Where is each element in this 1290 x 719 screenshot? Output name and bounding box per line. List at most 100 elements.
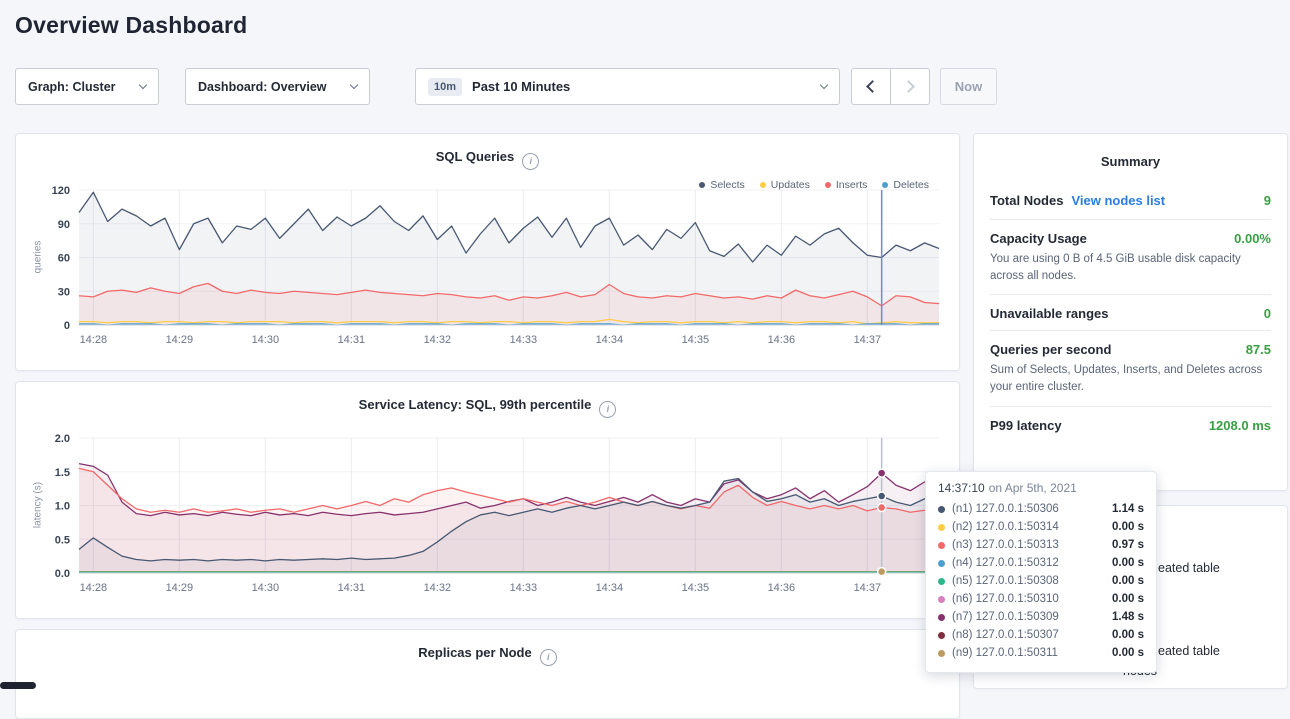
svg-text:14:37: 14:37 [854,582,882,594]
svg-text:120: 120 [52,185,70,197]
page-title: Overview Dashboard [15,12,247,39]
tooltip-node-row: (n8) 127.0.0.1:503070.00 s [938,626,1144,644]
svg-text:14:31: 14:31 [338,582,366,594]
tooltip-node-row: (n5) 127.0.0.1:503080.00 s [938,572,1144,590]
capacity-usage-subtext: You are using 0 B of 4.5 GiB usable disk… [990,251,1271,284]
svg-text:30: 30 [58,286,70,298]
range-badge: 10m [428,78,462,96]
tooltip-node-row: (n9) 127.0.0.1:503110.00 s [938,644,1144,662]
next-range-button[interactable] [890,68,930,105]
summary-row-qps: Queries per second 87.5 [990,331,1271,366]
tooltip-header: 14:37:10 on Apr 5th, 2021 [938,481,1144,495]
latency-plot[interactable]: 0.00.51.01.52.014:2814:2914:3014:3114:32… [24,432,954,602]
tooltip-node-label: (n2) 127.0.0.1:50314 [952,521,1112,533]
summary-row-p99: P99 latency 1208.0 ms [990,407,1271,442]
tooltip-time: 14:37:10 [938,481,985,495]
svg-text:14:34: 14:34 [596,582,624,594]
tooltip-node-value: 1.48 s [1112,611,1144,623]
node-color-dot-icon [938,560,945,567]
event-item-fragment: eated table [1158,561,1220,575]
svg-text:14:33: 14:33 [510,582,538,594]
tooltip-node-label: (n5) 127.0.0.1:50308 [952,575,1112,587]
graph-dropdown[interactable]: Graph: Cluster [15,68,159,105]
unavailable-ranges-label: Unavailable ranges [990,306,1109,321]
summary-panel: Summary Total Nodes View nodes list 9 Cap… [973,133,1288,491]
svg-text:14:34: 14:34 [596,334,624,346]
prev-range-button[interactable] [851,68,891,105]
chart-title-sql-queries: SQL Queries [436,149,515,164]
sql-queries-plot[interactable]: 030609012014:2814:2914:3014:3114:3214:33… [24,184,954,354]
unavailable-ranges-value: 0 [1264,306,1271,321]
svg-text:0.5: 0.5 [55,534,70,546]
tooltip-node-value: 0.00 s [1112,593,1144,605]
total-nodes-value: 9 [1264,193,1271,208]
svg-text:14:28: 14:28 [80,582,108,594]
summary-row-unavailable-ranges: Unavailable ranges 0 [990,295,1271,330]
node-color-dot-icon [938,614,945,621]
svg-text:14:36: 14:36 [768,334,796,346]
info-icon[interactable]: i [599,401,616,418]
chevron-left-icon [866,80,879,93]
svg-text:60: 60 [58,253,70,265]
svg-text:0.0: 0.0 [55,568,70,580]
node-color-dot-icon [938,632,945,639]
tooltip-node-label: (n7) 127.0.0.1:50309 [952,611,1112,623]
total-nodes-label: Total Nodes [990,193,1063,208]
svg-text:0: 0 [64,320,70,332]
tooltip-node-value: 0.00 s [1112,629,1144,641]
svg-text:14:37: 14:37 [854,334,882,346]
node-color-dot-icon [938,596,945,603]
tooltip-node-label: (n3) 127.0.0.1:50313 [952,539,1112,551]
summary-row-capacity: Capacity Usage 0.00% [990,220,1271,255]
qps-value: 87.5 [1246,342,1271,357]
tooltip-node-value: 0.00 s [1112,521,1144,533]
tooltip-node-label: (n8) 127.0.0.1:50307 [952,629,1112,641]
replicas-chart-card: Replicas per Node i [15,629,960,719]
svg-text:1.0: 1.0 [55,501,70,513]
svg-text:14:28: 14:28 [80,334,108,346]
tooltip-node-value: 1.14 s [1112,503,1144,515]
tooltip-rows: (n1) 127.0.0.1:503061.14 s (n2) 127.0.0.1… [938,500,1144,662]
tooltip-node-row: (n3) 127.0.0.1:503130.97 s [938,536,1144,554]
qps-label: Queries per second [990,342,1111,357]
node-color-dot-icon [938,650,945,657]
svg-text:14:35: 14:35 [682,582,710,594]
svg-text:14:33: 14:33 [510,334,538,346]
chevron-right-icon [902,80,915,93]
info-icon[interactable]: i [540,649,557,666]
tooltip-node-value: 0.00 s [1112,557,1144,569]
dashboard-dropdown[interactable]: Dashboard: Overview [185,68,370,105]
latency-chart-card: Service Latency: SQL, 99th percentilei l… [15,381,960,619]
node-color-dot-icon [938,506,945,513]
time-pager [851,68,930,105]
now-button[interactable]: Now [940,68,997,105]
chart-hover-tooltip: 14:37:10 on Apr 5th, 2021 (n1) 127.0.0.1:… [925,471,1157,673]
tooltip-node-label: (n4) 127.0.0.1:50312 [952,557,1112,569]
svg-text:14:29: 14:29 [166,582,194,594]
svg-text:90: 90 [58,219,70,231]
svg-text:14:35: 14:35 [682,334,710,346]
tooltip-date: on Apr 5th, 2021 [989,481,1077,495]
chevron-down-icon [820,81,828,89]
svg-text:14:36: 14:36 [768,582,796,594]
summary-title: Summary [990,154,1271,169]
node-color-dot-icon [938,578,945,585]
event-item-fragment: eated table [1158,644,1220,658]
tooltip-node-value: 0.00 s [1112,575,1144,587]
tooltip-node-row: (n1) 127.0.0.1:503061.14 s [938,500,1144,518]
view-nodes-list-link[interactable]: View nodes list [1071,193,1165,208]
capacity-usage-value: 0.00% [1234,231,1271,246]
sql-queries-chart-card: SQL Queriesi SelectsUpdatesInsertsDelete… [15,133,960,371]
node-color-dot-icon [938,524,945,531]
time-range-picker[interactable]: 10m Past 10 Minutes [415,68,840,105]
tooltip-node-row: (n6) 127.0.0.1:503100.00 s [938,590,1144,608]
graph-dropdown-label: Graph: Cluster [28,80,116,94]
info-icon[interactable]: i [522,153,539,170]
svg-text:14:30: 14:30 [252,582,280,594]
tooltip-node-value: 0.00 s [1112,647,1144,659]
tooltip-node-row: (n7) 127.0.0.1:503091.48 s [938,608,1144,626]
chevron-down-icon [350,81,358,89]
summary-row-total-nodes: Total Nodes View nodes list 9 [990,181,1271,219]
bottom-left-artifact [0,682,36,689]
chart-title-replicas: Replicas per Node [418,645,531,660]
